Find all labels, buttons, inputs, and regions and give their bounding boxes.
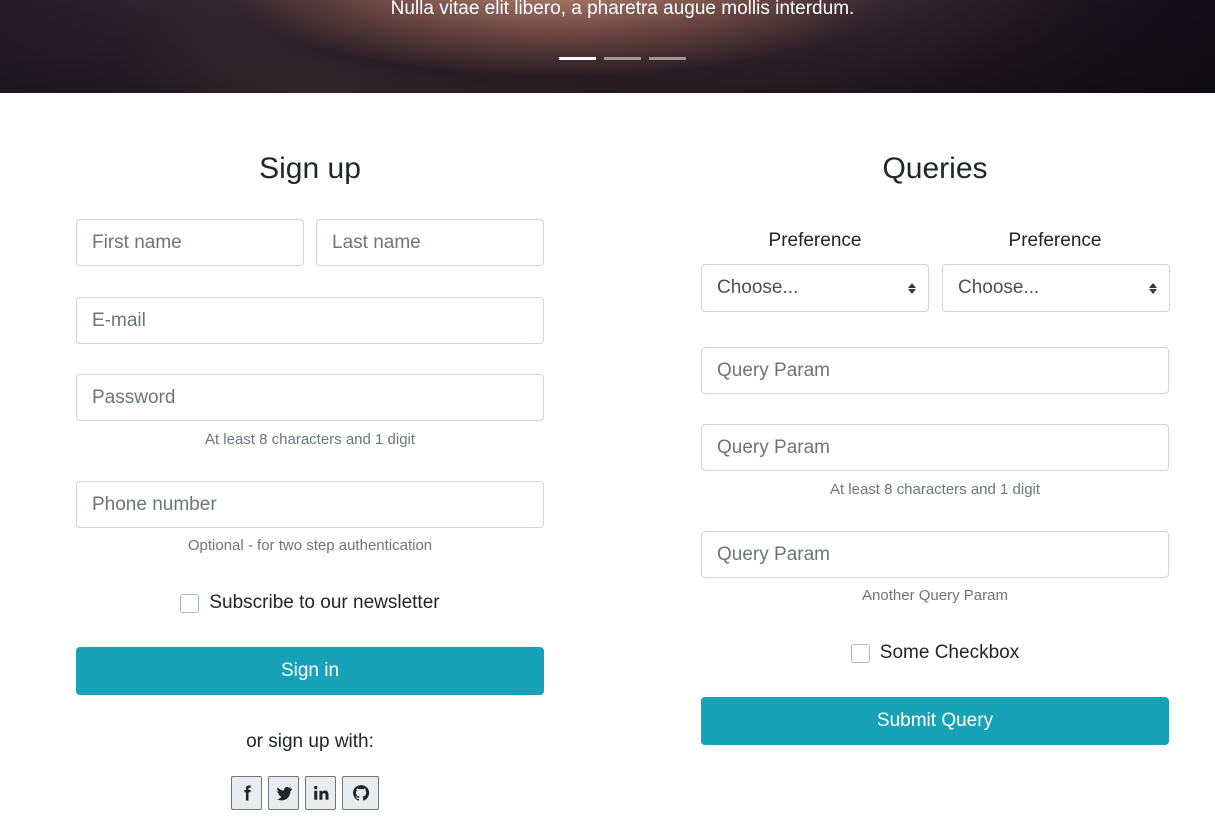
submit-query-button[interactable]: Submit Query — [701, 697, 1169, 745]
some-checkbox-row: Some Checkbox — [701, 642, 1169, 664]
preference-1-value: Choose... — [717, 277, 799, 298]
newsletter-checkbox-row: Subscribe to our newsletter — [76, 592, 544, 614]
newsletter-checkbox[interactable] — [180, 593, 200, 613]
linkedin-icon — [313, 785, 328, 800]
password-help-text: At least 8 characters and 1 digit — [204, 431, 416, 448]
preference-1-label: Preference — [768, 230, 862, 251]
newsletter-label[interactable]: Subscribe to our newsletter — [209, 592, 439, 614]
queries-title: Queries — [882, 152, 988, 185]
query-param-2-help-text: At least 8 characters and 1 digit — [829, 481, 1041, 498]
preference-2-select[interactable]: Choose... — [942, 264, 1170, 312]
last-name-input[interactable] — [316, 219, 544, 266]
facebook-icon — [243, 785, 251, 801]
carousel-caption: Nulla vitae elit libero, a pharetra augu… — [390, 0, 855, 19]
facebook-button[interactable] — [231, 776, 262, 810]
github-icon — [352, 785, 369, 801]
some-checkbox[interactable] — [850, 643, 870, 663]
twitter-icon — [276, 786, 292, 801]
carousel-indicator-2[interactable] — [604, 57, 641, 60]
carousel-indicator-3[interactable] — [649, 57, 686, 60]
query-param-1-input[interactable] — [701, 347, 1169, 394]
email-input[interactable] — [76, 297, 544, 344]
sign-in-button[interactable]: Sign in — [76, 647, 544, 695]
signup-title: Sign up — [259, 152, 361, 185]
select-caret-icon — [1149, 282, 1157, 294]
query-param-3-input[interactable] — [701, 531, 1169, 578]
some-checkbox-label[interactable]: Some Checkbox — [880, 642, 1019, 664]
carousel-indicators — [559, 57, 686, 60]
query-param-3-help-text: Another Query Param — [862, 587, 1008, 604]
carousel: Nulla vitae elit libero, a pharetra augu… — [0, 0, 1215, 93]
phone-input[interactable] — [76, 481, 544, 528]
linkedin-button[interactable] — [305, 776, 336, 810]
preference-1-select[interactable]: Choose... — [701, 264, 929, 312]
carousel-indicator-1[interactable] — [559, 57, 596, 60]
preference-2-label: Preference — [1008, 230, 1102, 251]
twitter-button[interactable] — [268, 776, 299, 810]
preference-2-value: Choose... — [958, 277, 1040, 298]
select-caret-icon — [908, 282, 916, 294]
first-name-input[interactable] — [76, 219, 304, 266]
github-button[interactable] — [342, 776, 379, 810]
social-buttons — [231, 776, 379, 810]
social-signup-text: or sign up with: — [246, 731, 374, 752]
password-input[interactable] — [76, 374, 544, 421]
query-param-2-input[interactable] — [701, 424, 1169, 471]
phone-help-text: Optional - for two step authentication — [187, 537, 433, 554]
